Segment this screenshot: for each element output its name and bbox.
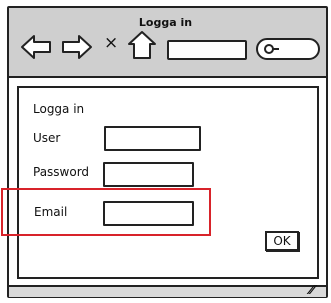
password-label: Password [33, 165, 90, 179]
status-bar [9, 285, 326, 297]
email-highlight-box [1, 188, 211, 236]
url-bar[interactable] [167, 40, 247, 60]
user-input[interactable] [104, 126, 201, 151]
home-icon[interactable] [127, 30, 157, 60]
back-arrow-icon[interactable] [20, 34, 52, 60]
window-title: Logga in [138, 16, 193, 29]
ok-button[interactable]: OK [265, 231, 299, 251]
close-icon[interactable]: × [104, 33, 118, 53]
forward-arrow-icon[interactable] [61, 34, 93, 60]
resize-grip-icon[interactable]: ⁄⁄ [310, 283, 314, 297]
search-icon [264, 44, 279, 54]
form-title: Logga in [33, 102, 85, 116]
search-field[interactable] [256, 38, 320, 60]
password-input[interactable] [103, 162, 194, 187]
user-label: User [33, 131, 61, 145]
